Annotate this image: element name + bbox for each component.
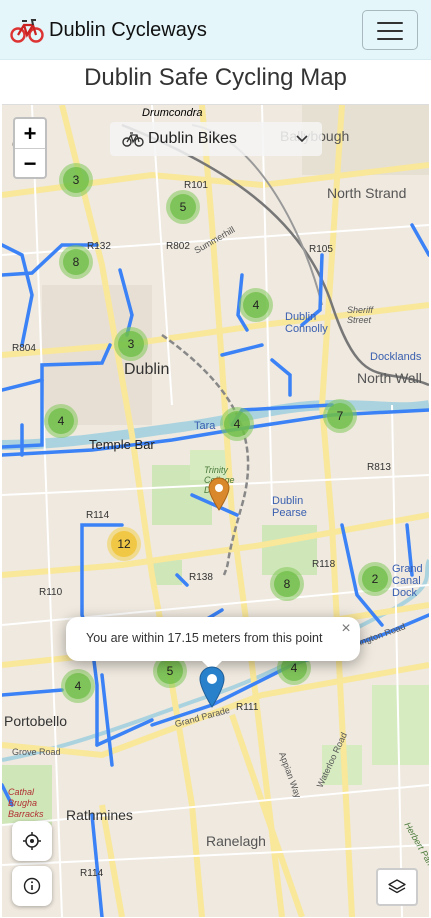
- menu-icon-bar: [377, 30, 403, 32]
- chevron-down-icon: [296, 135, 308, 143]
- zoom-control: + −: [13, 117, 47, 179]
- road-label: R132: [87, 241, 111, 252]
- popup-message: You are within 17.15 meters from this po…: [86, 631, 323, 645]
- station-cluster[interactable]: 8: [59, 245, 93, 279]
- cluster-count: 4: [243, 292, 269, 318]
- place-label: Grove Road: [12, 747, 61, 757]
- road-label: R110: [39, 587, 63, 598]
- station-cluster[interactable]: 4: [220, 407, 254, 441]
- brand-title: Dublin Cycleways: [49, 18, 207, 41]
- brand[interactable]: Dublin Cycleways: [10, 12, 207, 48]
- close-icon[interactable]: ×: [338, 621, 354, 637]
- place-label: North Wall: [357, 370, 422, 386]
- road-label: R111: [236, 702, 259, 713]
- station-cluster[interactable]: 3: [59, 163, 93, 197]
- road-label: R802: [166, 241, 190, 252]
- station-cluster[interactable]: 5: [166, 190, 200, 224]
- layers-icon: [388, 879, 406, 894]
- place-label: Cathal Brugha Barracks: [8, 787, 44, 819]
- station-cluster[interactable]: 7: [323, 399, 357, 433]
- cluster-count: 3: [118, 331, 144, 357]
- place-label: Grand Canal Dock: [392, 563, 423, 599]
- station-cluster[interactable]: 12: [107, 527, 141, 561]
- place-label: Rathmines: [66, 807, 133, 823]
- menu-toggle-button[interactable]: [362, 10, 418, 50]
- crosshair-icon: [23, 832, 41, 850]
- cluster-count: 4: [224, 411, 250, 437]
- locate-me-button[interactable]: [12, 821, 52, 861]
- road-label: R118: [312, 559, 336, 570]
- road-label: R114: [80, 868, 104, 879]
- place-label: Drumcondra: [142, 107, 203, 119]
- station-cluster[interactable]: 2: [358, 562, 392, 596]
- cluster-count: 4: [65, 673, 91, 699]
- cluster-count: 7: [327, 403, 353, 429]
- cluster-count: 12: [111, 531, 137, 557]
- place-label: Ranelagh: [206, 833, 266, 849]
- place-label: Dublin Connolly: [285, 311, 328, 335]
- menu-icon-bar: [377, 22, 403, 24]
- place-label: Temple Bar: [89, 437, 155, 452]
- cluster-count: 8: [63, 249, 89, 275]
- cluster-count: 4: [48, 408, 74, 434]
- layer-select-value: Dublin Bikes: [148, 130, 237, 147]
- road-label: R813: [367, 462, 391, 473]
- cluster-count: 5: [157, 658, 183, 684]
- page-title: Dublin Safe Cycling Map: [84, 64, 347, 91]
- place-label: Sheriff Street: [347, 305, 374, 325]
- station-cluster[interactable]: 4: [239, 288, 273, 322]
- zoom-in-button[interactable]: +: [15, 119, 45, 149]
- station-cluster[interactable]: 3: [114, 327, 148, 361]
- navbar: Dublin Cycleways: [0, 0, 431, 60]
- road-label: R804: [12, 343, 36, 354]
- place-label: Docklands: [370, 351, 422, 363]
- zoom-out-button[interactable]: −: [15, 149, 45, 178]
- menu-icon-bar: [377, 38, 403, 40]
- station-cluster[interactable]: 4: [44, 404, 78, 438]
- layer-select[interactable]: Dublin Bikes: [110, 122, 322, 156]
- current-location-pin-icon[interactable]: [199, 666, 225, 708]
- info-icon: [23, 877, 41, 895]
- road-label: R138: [189, 572, 213, 583]
- station-cluster[interactable]: 8: [270, 567, 304, 601]
- station-cluster[interactable]: 4: [61, 669, 95, 703]
- road-label: R101: [184, 180, 208, 191]
- place-label: Dublin Pearse: [272, 495, 307, 519]
- cluster-count: 5: [170, 194, 196, 220]
- map-view[interactable]: Drumcondra Ballybough ough North Strand …: [2, 104, 429, 917]
- place-label: Tara: [194, 420, 216, 432]
- place-label: Dublin: [124, 361, 170, 378]
- bicycle-icon: [10, 19, 44, 43]
- info-button[interactable]: [12, 866, 52, 906]
- cluster-count: 8: [274, 571, 300, 597]
- place-label: North Strand: [327, 185, 407, 201]
- cluster-count: 3: [63, 167, 89, 193]
- bicycle-icon: [122, 132, 144, 147]
- location-popup: You are within 17.15 meters from this po…: [66, 617, 360, 671]
- place-label: Portobello: [4, 713, 68, 729]
- road-label: R105: [309, 244, 333, 255]
- road-label: R114: [86, 510, 110, 521]
- map-base-layer: [2, 105, 429, 917]
- location-pin-icon[interactable]: [208, 477, 230, 511]
- cluster-count: 2: [362, 566, 388, 592]
- layers-button[interactable]: [376, 868, 418, 906]
